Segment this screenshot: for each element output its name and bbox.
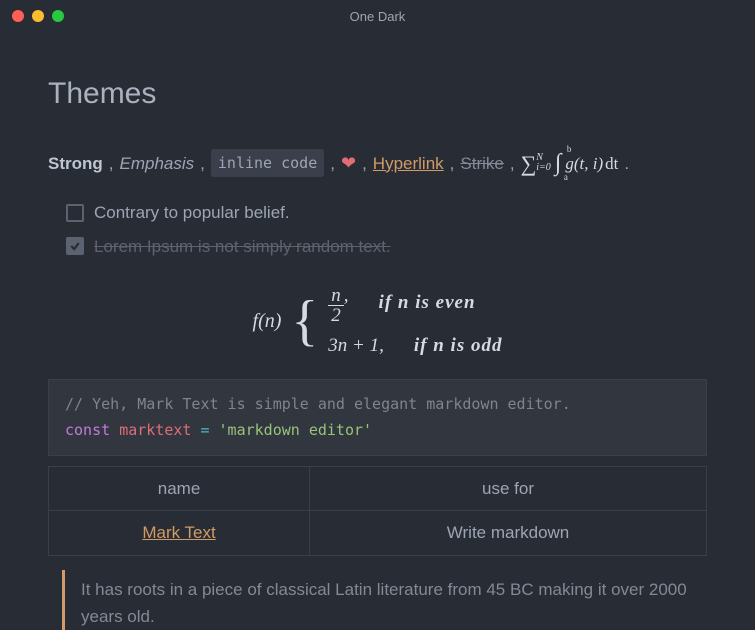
table-link[interactable]: Mark Text [142,523,215,542]
task-text: Contrary to popular belief. [94,199,290,226]
inline-code: inline code [211,149,324,177]
inline-math: ∑ N i=0 ∫ b a g(t, i)dt [521,144,619,182]
task-item: Lorem Ipsum is not simply random text. [66,230,707,263]
case2-cond: if n is odd [414,335,503,356]
table-cell: Write markdown [310,511,707,555]
separator: , [109,150,114,177]
heart-icon: ❤ [341,149,356,178]
int-upper: b [567,142,572,156]
strong-text: Strong [48,150,103,177]
separator: , [362,150,367,177]
window-title: One Dark [0,9,755,24]
code-block: // Yeh, Mark Text is simple and elegant … [48,379,707,456]
hyperlink[interactable]: Hyperlink [373,150,444,177]
frac-den: 2 [328,306,344,325]
table-header: use for [310,467,707,511]
math-dt: dt [605,150,618,177]
checkbox-checked[interactable] [66,237,84,255]
table-header: name [49,467,310,511]
markdown-table: name use for Mark Text Write markdown [48,466,707,555]
separator: , [450,150,455,177]
separator: , [330,150,335,177]
case2-expr: 3n + 1, [328,331,384,361]
separator: , [200,150,205,177]
strike-text: Strike [460,150,503,177]
task-list: Contrary to popular belief. Lorem Ipsum … [48,196,707,262]
editor-content[interactable]: Themes Strong , Emphasis, inline code , … [0,32,755,630]
code-kw: const [65,421,110,439]
code-op: = [200,421,209,439]
period: . [624,150,629,177]
titlebar: One Dark [0,0,755,32]
table-row: name use for [49,467,707,511]
sum-lower: i=0 [536,163,551,173]
heading-themes: Themes [48,70,707,118]
math-fn-name: f(n) [253,305,282,337]
case1-cond: if n is even [379,292,476,313]
emphasis-text: Emphasis [120,150,195,177]
task-item: Contrary to popular belief. [66,196,707,229]
blockquote: It has roots in a piece of classical Lat… [62,570,707,630]
frac-num: n [328,286,344,306]
code-comment: // Yeh, Mark Text is simple and elegant … [65,395,571,413]
inline-formats: Strong , Emphasis, inline code , ❤ , Hyp… [48,144,707,182]
code-str: 'markdown editor' [219,421,373,439]
code-var: marktext [119,421,191,439]
block-math: f(n) { n 2 , if n is even 3n + 1, [48,281,707,361]
task-text: Lorem Ipsum is not simply random text. [94,233,391,260]
int-lower: a [564,170,568,184]
app-window: One Dark Themes Strong , Emphasis, inlin… [0,0,755,630]
checkbox-unchecked[interactable] [66,204,84,222]
table-row: Mark Text Write markdown [49,511,707,555]
separator: , [510,150,515,177]
